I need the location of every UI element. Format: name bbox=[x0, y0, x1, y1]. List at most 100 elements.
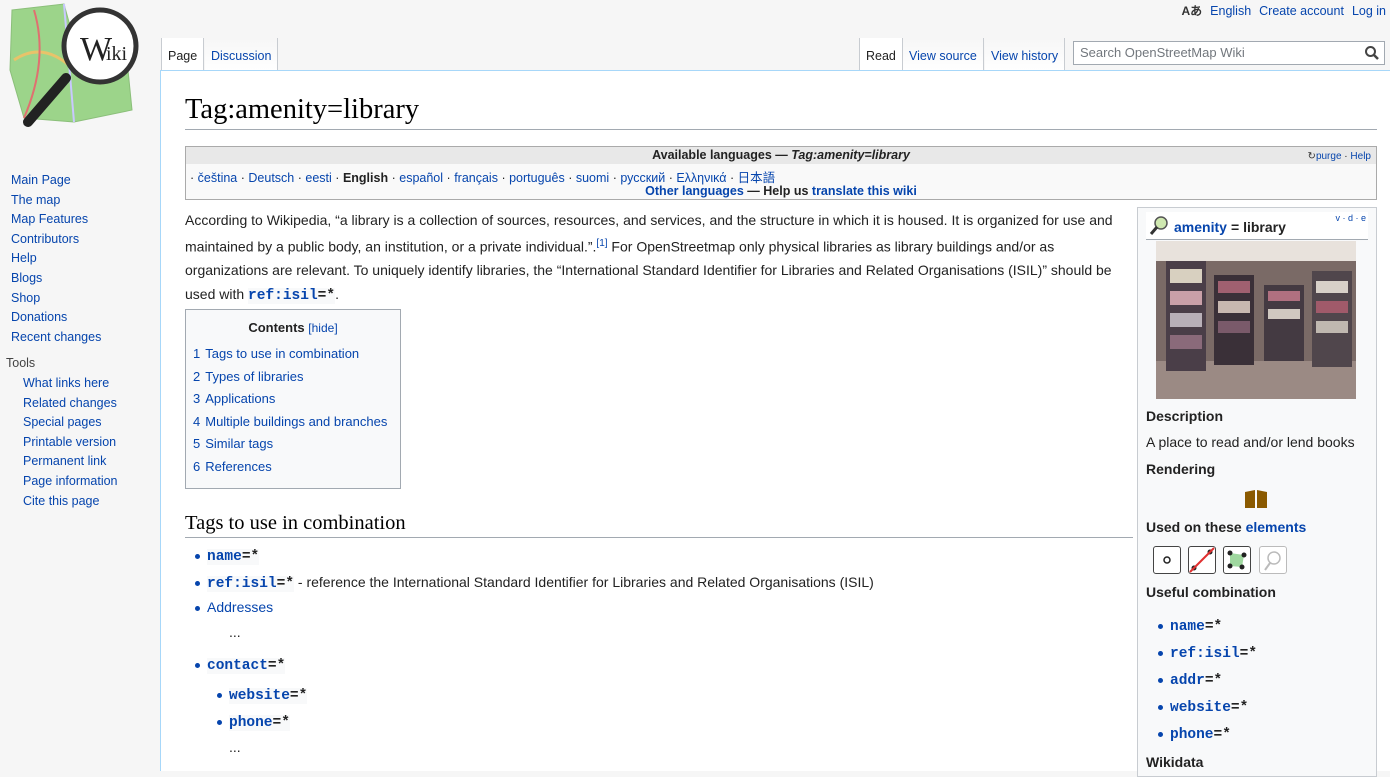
tab-page[interactable]: Page bbox=[161, 38, 205, 70]
toc-item[interactable]: 3 Applications bbox=[193, 388, 400, 411]
tools-heading: Tools bbox=[6, 356, 36, 370]
toc-item[interactable]: 5 Similar tags bbox=[193, 433, 400, 456]
tab-view-history[interactable]: View history bbox=[985, 38, 1066, 70]
relation-element-icon[interactable] bbox=[1259, 546, 1287, 574]
languages-box: Available languages — Tag:amenity=librar… bbox=[185, 146, 1377, 200]
area-element-icon[interactable] bbox=[1223, 546, 1251, 574]
lang-link-ja[interactable]: 日本語 bbox=[738, 171, 776, 185]
create-account-link[interactable]: Create account bbox=[1259, 4, 1344, 18]
tag-key-link[interactable]: contact bbox=[207, 658, 268, 674]
tab-read[interactable]: Read bbox=[859, 38, 903, 70]
bullet-icon bbox=[1158, 677, 1163, 683]
toc-item[interactable]: 1 Tags to use in combination bbox=[193, 343, 400, 366]
infobox-key-link[interactable]: amenity bbox=[1174, 219, 1227, 235]
wikidata-label: Wikidata bbox=[1146, 754, 1204, 770]
section-divider bbox=[185, 537, 1133, 538]
vde-links[interactable]: v · d · e bbox=[1335, 213, 1366, 223]
list-item: contact=* bbox=[195, 656, 286, 674]
search-icon[interactable] bbox=[1364, 45, 1380, 61]
combo-key-link[interactable]: addr bbox=[1170, 673, 1205, 689]
page-title: Tag:amenity=library bbox=[185, 94, 420, 125]
tag-key-link[interactable]: name bbox=[207, 549, 242, 565]
sidebar-item-related-changes[interactable]: Related changes bbox=[23, 394, 118, 414]
bullet-icon bbox=[1158, 704, 1163, 710]
lang-sep: · bbox=[297, 171, 302, 185]
other-languages-link[interactable]: Other languages bbox=[645, 184, 744, 198]
tag-key-link[interactable]: ref:isil bbox=[207, 576, 277, 592]
toc-item[interactable]: 6 References bbox=[193, 456, 400, 479]
combo-key-link[interactable]: phone bbox=[1170, 727, 1214, 743]
lang-link-fi[interactable]: suomi bbox=[576, 171, 609, 185]
node-element-icon[interactable] bbox=[1153, 546, 1181, 574]
tag-value: =* bbox=[267, 658, 286, 674]
toc-item[interactable]: 4 Multiple buildings and branches bbox=[193, 411, 400, 434]
lang-link-el[interactable]: Ελληνικά bbox=[676, 171, 726, 185]
purge-link[interactable]: purge bbox=[1316, 151, 1342, 162]
search-placeholder: Search OpenStreetMap Wiki bbox=[1080, 45, 1245, 60]
toc-number: 6 bbox=[193, 458, 201, 474]
login-link[interactable]: Log in bbox=[1352, 4, 1386, 18]
elements-link[interactable]: elements bbox=[1246, 519, 1307, 535]
sidebar-item-cite-this-page[interactable]: Cite this page bbox=[23, 492, 118, 512]
lang-link-ru[interactable]: русский bbox=[620, 171, 665, 185]
lang-sep: · bbox=[612, 171, 617, 185]
sidebar-item-main-page[interactable]: Main Page bbox=[11, 171, 101, 191]
combo-value: =* bbox=[1213, 727, 1231, 743]
addresses-link[interactable]: Addresses bbox=[207, 599, 273, 615]
combo-key-link[interactable]: website bbox=[1170, 700, 1231, 716]
language-icon[interactable]: Aあ bbox=[1181, 2, 1202, 19]
description-text: A place to read and/or lend books bbox=[1146, 434, 1355, 450]
toc-hide-link[interactable]: [hide] bbox=[308, 321, 337, 335]
sidebar-item-donations[interactable]: Donations bbox=[11, 308, 101, 328]
sidebar-item-help[interactable]: Help bbox=[11, 249, 101, 269]
lang-link-pt[interactable]: português bbox=[509, 171, 565, 185]
tag-key-link[interactable]: website bbox=[229, 688, 290, 704]
toc-item[interactable]: 2 Types of libraries bbox=[193, 366, 400, 389]
library-photo[interactable] bbox=[1156, 241, 1356, 399]
translate-link[interactable]: translate this wiki bbox=[812, 184, 917, 198]
sidebar-item-special-pages[interactable]: Special pages bbox=[23, 413, 118, 433]
sidebar-item-the-map[interactable]: The map bbox=[11, 191, 101, 211]
sidebar-item-map-features[interactable]: Map Features bbox=[11, 210, 101, 230]
reference-link[interactable]: [1] bbox=[596, 238, 607, 249]
sidebar-item-printable-version[interactable]: Printable version bbox=[23, 433, 118, 453]
combo-key-link[interactable]: name bbox=[1170, 619, 1205, 635]
tag-key-link[interactable]: phone bbox=[229, 715, 273, 731]
lang-sep: · bbox=[729, 171, 735, 185]
isil-key-link[interactable]: ref:isil bbox=[248, 287, 318, 304]
sidebar-item-shop[interactable]: Shop bbox=[11, 289, 101, 309]
bullet-icon bbox=[1158, 623, 1163, 629]
bullet-icon bbox=[217, 692, 222, 698]
site-logo[interactable]: W iki bbox=[4, 0, 140, 136]
lang-link-de[interactable]: Deutsch bbox=[248, 171, 294, 185]
lang-link-fr[interactable]: français bbox=[454, 171, 498, 185]
tab-view-source[interactable]: View source bbox=[903, 38, 984, 70]
sidebar-item-recent-changes[interactable]: Recent changes bbox=[11, 328, 101, 348]
section-heading: Tags to use in combination bbox=[185, 512, 406, 534]
combo-item: ref:isil=* bbox=[1158, 644, 1258, 662]
sidebar-item-blogs[interactable]: Blogs bbox=[11, 269, 101, 289]
sidebar-item-permanent-link[interactable]: Permanent link bbox=[23, 452, 118, 472]
purge-separator: · bbox=[1344, 151, 1348, 162]
tab-read-label: Read bbox=[866, 49, 896, 63]
bullet-icon bbox=[1158, 650, 1163, 656]
way-element-icon[interactable] bbox=[1188, 546, 1216, 574]
help-link[interactable]: Help bbox=[1350, 151, 1371, 162]
combo-item: phone=* bbox=[1158, 725, 1231, 743]
sidebar-item-contributors[interactable]: Contributors bbox=[11, 230, 101, 250]
lang-link-es[interactable]: español bbox=[399, 171, 443, 185]
language-link[interactable]: English bbox=[1210, 4, 1251, 18]
lang-link-cs[interactable]: čeština bbox=[198, 171, 238, 185]
combo-item: name=* bbox=[1158, 617, 1223, 635]
tab-view-history-label: View history bbox=[991, 49, 1059, 63]
search-input[interactable]: Search OpenStreetMap Wiki bbox=[1073, 41, 1385, 65]
tab-discussion[interactable]: Discussion bbox=[205, 38, 279, 70]
lang-link-et[interactable]: eesti bbox=[305, 171, 331, 185]
help-us-text: — Help us bbox=[747, 184, 809, 198]
tab-discussion-label: Discussion bbox=[211, 49, 272, 63]
combo-key-link[interactable]: ref:isil bbox=[1170, 646, 1240, 662]
sidebar-item-what-links-here[interactable]: What links here bbox=[23, 374, 118, 394]
intro-end: . bbox=[335, 285, 339, 302]
intro-paragraph: According to Wikipedia, “a library is a … bbox=[185, 209, 1125, 308]
sidebar-item-page-information[interactable]: Page information bbox=[23, 472, 118, 492]
